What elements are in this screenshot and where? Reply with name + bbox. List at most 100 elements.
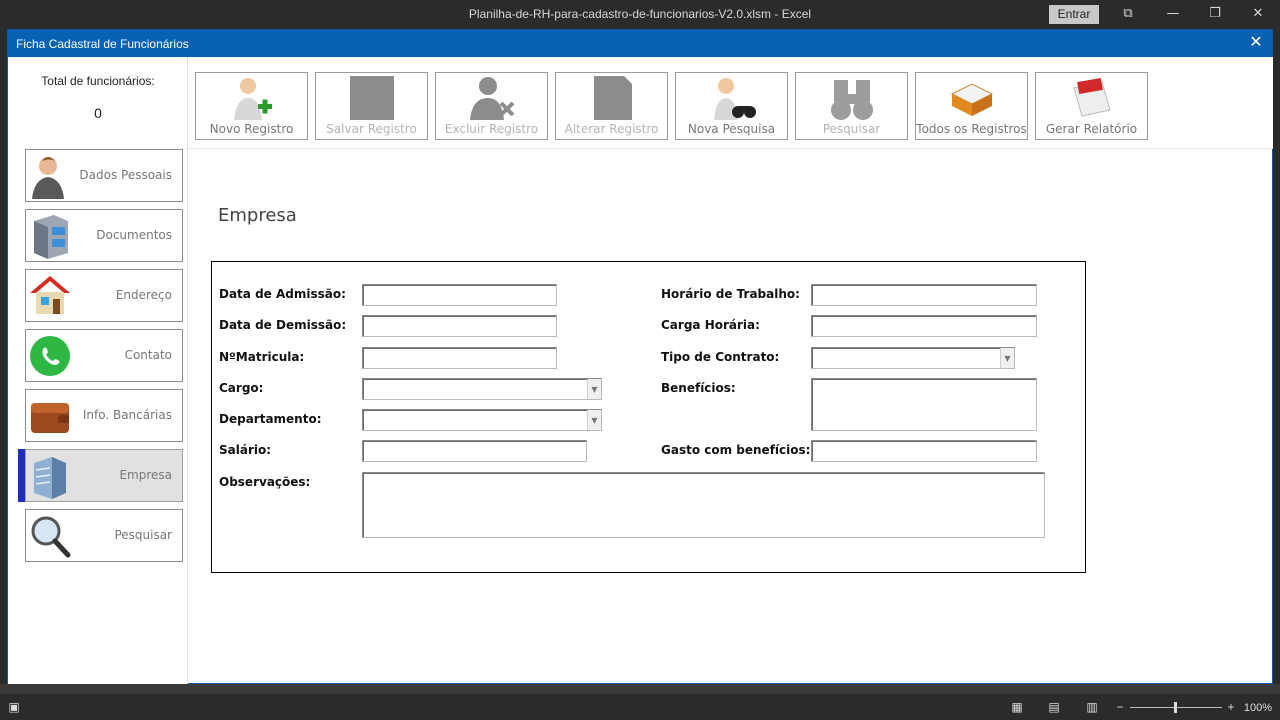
status-bar: ▣ ▦ ▤ ▥ − + 100% (0, 694, 1280, 720)
total-employees-value: 0 (94, 105, 102, 121)
carga-input[interactable] (811, 315, 1037, 337)
horario-input[interactable] (811, 284, 1037, 306)
chevron-down-icon[interactable]: ▼ (587, 379, 601, 399)
cargo-dropdown[interactable]: ▼ (362, 378, 602, 400)
gasto-input[interactable] (811, 440, 1037, 462)
matricula-label: NºMatricula: (219, 350, 305, 364)
nav-info-bancarias[interactable]: Info. Bancárias (25, 389, 183, 442)
normal-view-icon[interactable]: ▦ (1010, 700, 1024, 714)
whatsapp-icon (30, 336, 70, 376)
binoculars-icon (831, 80, 873, 120)
nova-pesquisa-button[interactable]: Nova Pesquisa (675, 72, 788, 140)
chevron-down-icon[interactable]: ▼ (587, 410, 601, 430)
demissao-label: Data de Demissão: (219, 318, 347, 332)
matricula-input[interactable] (362, 347, 557, 369)
empresa-fields-frame: Data de Admissão: Data de Demissão: NºMa… (211, 261, 1086, 573)
nav-endereco[interactable]: Endereço (25, 269, 183, 322)
beneficios-textarea[interactable] (811, 378, 1037, 431)
nav-pesquisar[interactable]: Pesquisar (25, 509, 183, 562)
horario-label: Horário de Trabalho: (661, 287, 800, 301)
employee-form-window: Ficha Cadastral de Funcionários ✕ Total … (7, 29, 1273, 684)
nav-label: Documentos (96, 228, 172, 242)
macro-record-icon[interactable]: ▣ (7, 700, 21, 714)
pdf-icon (1073, 78, 1111, 117)
minimize-button[interactable]: — (1158, 4, 1188, 24)
nav-label: Endereço (115, 288, 172, 302)
departamento-dropdown[interactable]: ▼ (362, 409, 602, 431)
edit-icon (594, 76, 632, 120)
add-person-icon (234, 78, 272, 120)
nav-label: Contato (124, 348, 172, 362)
person-binoculars-icon (714, 78, 756, 120)
contrato-label: Tipo de Contrato: (661, 350, 780, 364)
page-break-icon[interactable]: ▥ (1085, 700, 1099, 714)
salario-label: Salário: (219, 443, 272, 457)
zoom-in-icon[interactable]: + (1224, 700, 1238, 714)
zoom-slider[interactable] (1130, 702, 1222, 713)
alterar-registro-button[interactable]: Alterar Registro (555, 72, 668, 140)
action-toolbar: Novo Registro Salvar Registro Excluir Re… (188, 57, 1273, 149)
zoom-level[interactable]: 100% (1244, 702, 1272, 714)
restore-button[interactable]: ❐ (1200, 4, 1230, 24)
tool-label: Novo Registro (209, 122, 294, 136)
todos-registros-button[interactable]: Todos os Registros (915, 72, 1028, 140)
tool-label: Alterar Registro (564, 122, 659, 136)
tool-label: Todos os Registros (916, 122, 1027, 136)
demissao-input[interactable] (362, 315, 557, 337)
departamento-label: Departamento: (219, 412, 322, 426)
horizontal-scrollbar[interactable] (0, 684, 1280, 694)
nav-empresa[interactable]: Empresa (18, 449, 183, 502)
left-nav-panel: Total de funcionários: 0 Dados Pessoais … (8, 57, 188, 684)
form-titlebar: Ficha Cadastral de Funcionários ✕ (8, 30, 1272, 57)
tool-label: Gerar Relatório (1045, 122, 1138, 136)
gerar-relatorio-button[interactable]: Gerar Relatório (1035, 72, 1148, 140)
gasto-label: Gasto com benefícios: (661, 443, 811, 457)
tool-label: Pesquisar (822, 122, 881, 136)
nav-contato[interactable]: Contato (25, 329, 183, 382)
wallet-icon (31, 403, 69, 433)
nav-dados-pessoais[interactable]: Dados Pessoais (25, 149, 183, 202)
salario-input[interactable] (362, 440, 587, 462)
section-title: Empresa (218, 205, 297, 226)
nav-label: Pesquisar (114, 528, 172, 542)
ribbon-display-icon[interactable]: ⧉ (1113, 4, 1143, 24)
file-cabinet-icon (34, 215, 68, 259)
pesquisar-button[interactable]: Pesquisar (795, 72, 908, 140)
nav-label: Info. Bancárias (82, 408, 172, 422)
beneficios-label: Benefícios: (661, 381, 736, 395)
signin-button[interactable]: Entrar (1049, 5, 1099, 24)
contrato-dropdown[interactable]: ▼ (811, 347, 1015, 369)
tool-label: Nova Pesquisa (687, 122, 776, 136)
admissao-input[interactable] (362, 284, 557, 306)
tool-label: Excluir Registro (444, 122, 539, 136)
excel-titlebar: Planilha-de-RH-para-cadastro-de-funciona… (0, 0, 1280, 29)
close-button[interactable]: ✕ (1243, 4, 1273, 24)
nav-label: Empresa (119, 468, 172, 482)
building-icon (34, 457, 66, 499)
carga-label: Carga Horária: (661, 318, 760, 332)
nav-label: Dados Pessoais (79, 168, 172, 182)
cargo-label: Cargo: (219, 381, 264, 395)
admissao-label: Data de Admissão: (219, 287, 346, 301)
zoom-thumb[interactable] (1174, 702, 1177, 713)
form-title: Ficha Cadastral de Funcionários (16, 37, 189, 51)
active-accent-bar (18, 449, 25, 502)
delete-person-icon (470, 77, 515, 120)
person-icon (32, 157, 64, 199)
house-icon (30, 276, 70, 314)
total-employees-label: Total de funcionários: (41, 74, 155, 88)
excluir-registro-button[interactable]: Excluir Registro (435, 72, 548, 140)
novo-registro-button[interactable]: Novo Registro (195, 72, 308, 140)
chevron-down-icon[interactable]: ▼ (1000, 348, 1014, 368)
tool-label: Salvar Registro (326, 122, 417, 136)
salvar-registro-button[interactable]: Salvar Registro (315, 72, 428, 140)
observacoes-textarea[interactable] (362, 472, 1045, 538)
observacoes-label: Observações: (219, 475, 311, 489)
inbox-tray-icon (950, 83, 994, 116)
nav-documentos[interactable]: Documentos (25, 209, 183, 262)
save-icon (350, 76, 394, 120)
zoom-out-icon[interactable]: − (1113, 700, 1127, 714)
form-close-button[interactable]: ✕ (1246, 33, 1266, 53)
magnifier-icon (31, 516, 71, 558)
page-layout-icon[interactable]: ▤ (1047, 700, 1061, 714)
